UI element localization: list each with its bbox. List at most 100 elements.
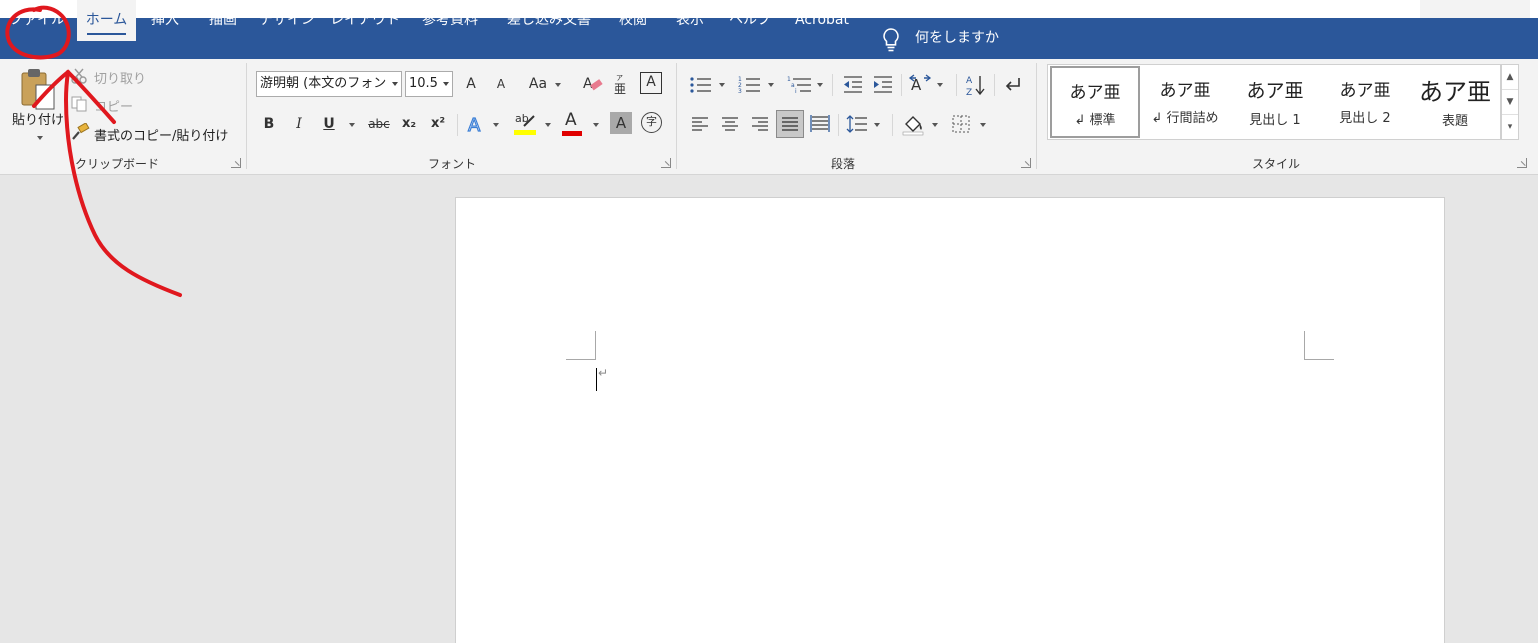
font-launcher-icon[interactable] — [661, 158, 671, 168]
show-formatting-marks-icon[interactable] — [1003, 75, 1023, 95]
styles-launcher-icon[interactable] — [1517, 158, 1527, 168]
style-heading-2[interactable]: あア亜 見出し 2 — [1320, 66, 1410, 138]
separator — [838, 114, 839, 136]
paste-button[interactable]: 貼り付け — [12, 109, 64, 128]
tell-me-search[interactable]: 何をしますか — [915, 18, 999, 59]
increase-indent-icon[interactable] — [872, 75, 894, 95]
group-separator — [1036, 63, 1037, 169]
document-page[interactable] — [455, 197, 1445, 643]
tab-help[interactable]: ヘルプ — [722, 0, 778, 41]
separator — [457, 114, 458, 136]
change-case-button[interactable]: Aa — [524, 72, 552, 96]
underline-button[interactable]: U — [317, 112, 341, 136]
shrink-font-button[interactable]: A — [489, 72, 513, 96]
format-painter-button[interactable]: 書式のコピー/貼り付け — [94, 125, 228, 144]
gallery-more-icon[interactable]: ▾ — [1502, 115, 1518, 140]
justify-button[interactable] — [776, 110, 804, 138]
chevron-down-icon[interactable] — [493, 123, 499, 127]
copy-button[interactable]: コピー — [94, 96, 133, 115]
font-color-swatch — [562, 131, 582, 136]
chevron-down-icon[interactable] — [593, 123, 599, 127]
tab-layout[interactable]: レイアウト — [328, 0, 402, 41]
strikethrough-button[interactable]: abc — [364, 112, 394, 136]
tab-review[interactable]: 校閲 — [608, 0, 658, 41]
bullets-icon[interactable] — [689, 75, 713, 95]
scroll-up-icon[interactable]: ▲ — [1502, 65, 1518, 90]
italic-button[interactable]: I — [287, 112, 311, 136]
sort-icon[interactable]: A Z — [964, 73, 986, 97]
character-shading-button[interactable]: A — [610, 112, 632, 134]
svg-text:3: 3 — [738, 88, 742, 95]
font-size-value: 10.5 — [409, 76, 438, 91]
style-title[interactable]: あア亜 表題 — [1410, 66, 1500, 138]
chevron-down-icon[interactable] — [555, 83, 561, 87]
tab-view[interactable]: 表示 — [666, 0, 714, 41]
paragraph-shading-icon[interactable] — [901, 112, 925, 136]
style-heading-1[interactable]: あア亜 見出し 1 — [1230, 66, 1320, 138]
style-name: ↲ 行間詰め — [1151, 111, 1219, 126]
copy-icon[interactable] — [70, 95, 88, 113]
style-normal[interactable]: あア亜 ↲ 標準 — [1050, 66, 1140, 138]
chevron-down-icon[interactable] — [768, 83, 774, 87]
svg-text:亜: 亜 — [614, 82, 626, 95]
scissors-icon[interactable] — [70, 67, 88, 85]
chevron-down-icon[interactable] — [980, 123, 986, 127]
borders-icon[interactable] — [951, 114, 971, 134]
separator — [994, 74, 995, 96]
text-direction-icon[interactable]: A — [908, 74, 932, 96]
tab-file[interactable]: ファイル — [0, 0, 74, 41]
crop-mark — [595, 331, 596, 360]
paste-icon[interactable] — [18, 67, 58, 113]
scroll-down-icon[interactable]: ▼ — [1502, 90, 1518, 115]
tab-home[interactable]: ホーム — [77, 0, 136, 41]
align-center-icon[interactable] — [720, 115, 740, 133]
font-color-button[interactable]: A — [561, 110, 585, 138]
chevron-down-icon[interactable] — [817, 83, 823, 87]
phonetic-guide-icon[interactable]: ア 亜 — [612, 73, 630, 95]
chevron-down-icon — [443, 82, 449, 86]
justify-icon — [782, 117, 798, 131]
format-painter-icon[interactable] — [70, 123, 90, 141]
clear-formatting-icon[interactable]: A — [582, 74, 604, 94]
tab-draw[interactable]: 描画 — [196, 0, 250, 41]
bold-button[interactable]: B — [257, 112, 281, 136]
clipboard-launcher-icon[interactable] — [231, 158, 241, 168]
tab-insert[interactable]: 挿入 — [140, 0, 190, 41]
align-left-icon[interactable] — [690, 115, 710, 133]
chevron-down-icon[interactable] — [874, 123, 880, 127]
style-no-spacing[interactable]: あア亜 ↲ 行間詰め — [1140, 66, 1230, 138]
window-controls-ghost — [1420, 0, 1530, 18]
highlight-color-swatch — [514, 130, 536, 135]
cut-button[interactable]: 切り取り — [94, 68, 146, 87]
tab-mailings[interactable]: 差し込み文書 — [498, 0, 600, 41]
align-right-icon[interactable] — [750, 115, 770, 133]
tab-acrobat[interactable]: Acrobat — [786, 0, 858, 41]
lightbulb-icon[interactable] — [880, 27, 902, 53]
character-border-button[interactable]: A — [640, 72, 662, 94]
distributed-icon[interactable] — [810, 114, 830, 134]
paragraph-launcher-icon[interactable] — [1021, 158, 1031, 168]
chevron-down-icon[interactable] — [719, 83, 725, 87]
font-name-combo[interactable]: 游明朝 (本文のフォン — [256, 71, 402, 97]
ribbon-home: 貼り付け 切り取り コピー 書式のコピー/貼り付け クリップボード 游明朝 (本… — [0, 59, 1538, 175]
decrease-indent-icon[interactable] — [842, 75, 864, 95]
chevron-down-icon[interactable] — [937, 83, 943, 87]
tab-design[interactable]: デザイン — [254, 0, 320, 41]
font-size-combo[interactable]: 10.5 — [405, 71, 453, 97]
numbering-icon[interactable]: 1 2 3 — [738, 75, 762, 95]
subscript-button[interactable]: x₂ — [397, 112, 421, 136]
superscript-button[interactable]: x² — [426, 112, 450, 136]
text-effects-icon[interactable]: A — [465, 113, 487, 135]
multilevel-list-icon[interactable]: 1 a i — [787, 75, 813, 95]
paste-dropdown-icon[interactable] — [37, 136, 43, 140]
chevron-down-icon[interactable] — [349, 123, 355, 127]
enclose-characters-button[interactable]: 字 — [641, 112, 662, 133]
style-sample: あア亜 — [1339, 81, 1391, 101]
chevron-down-icon[interactable] — [932, 123, 938, 127]
grow-font-button[interactable]: A — [459, 72, 483, 96]
font-group-label: フォント — [428, 157, 477, 171]
tab-references[interactable]: 参考資料 — [410, 0, 490, 41]
chevron-down-icon[interactable] — [545, 123, 551, 127]
highlight-button[interactable]: ab — [513, 112, 539, 138]
line-spacing-icon[interactable] — [846, 114, 868, 134]
